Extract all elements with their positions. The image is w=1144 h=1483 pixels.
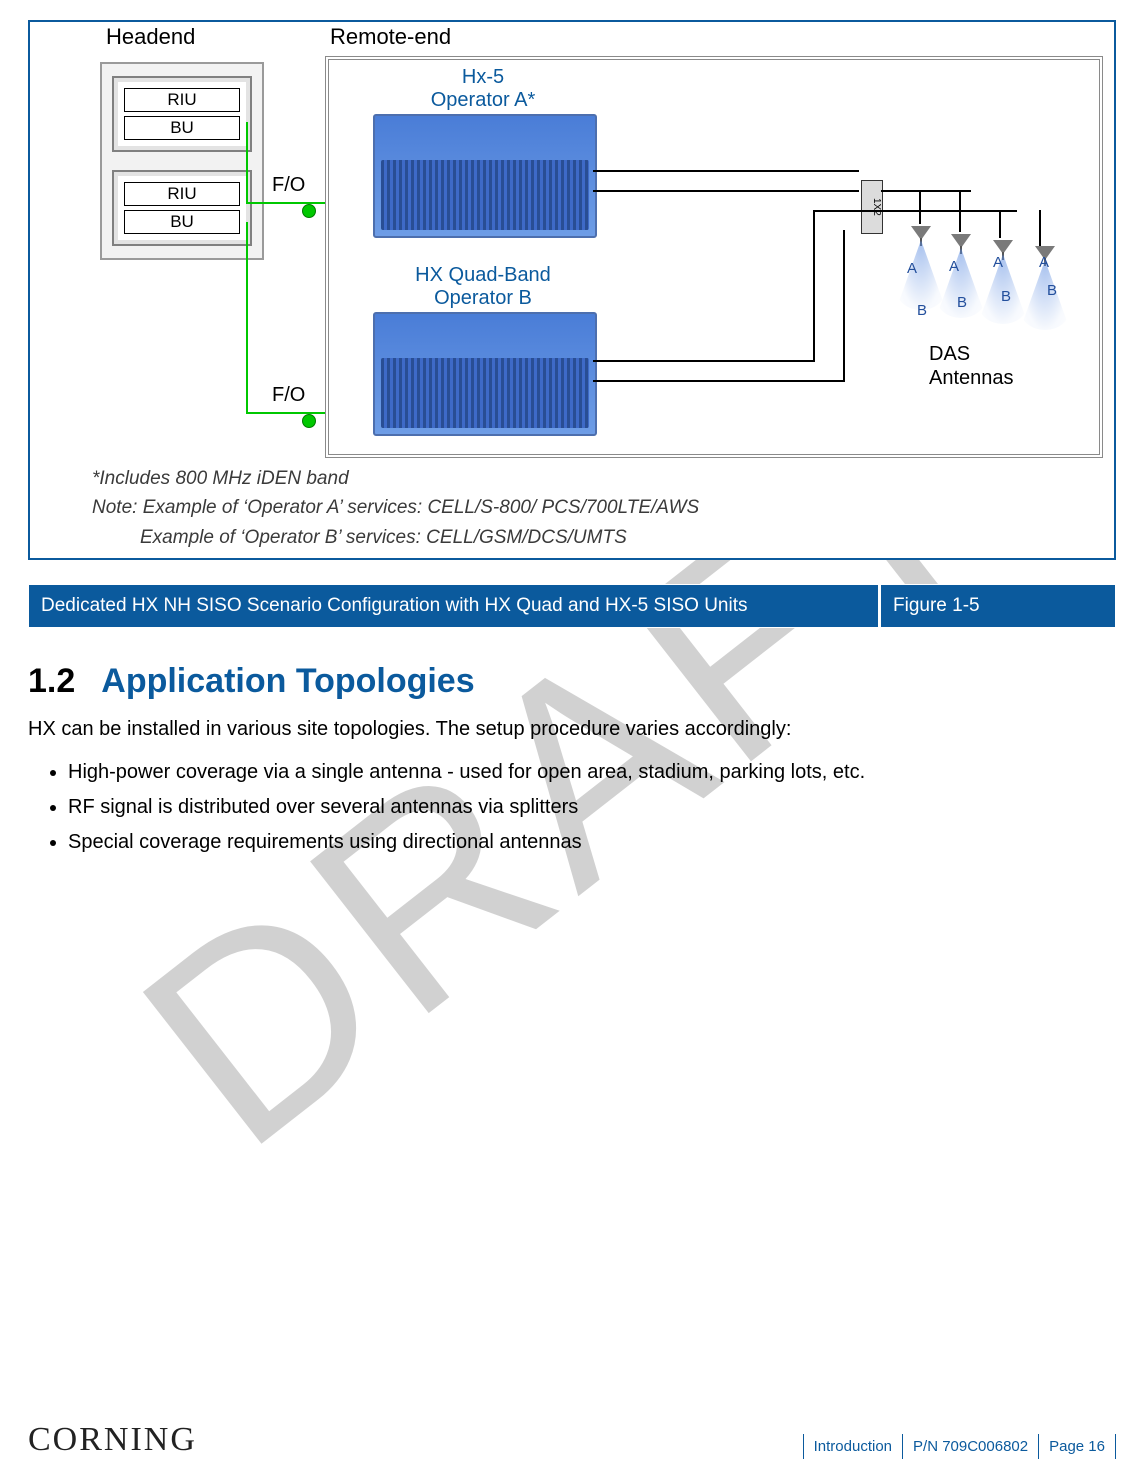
intro-paragraph: HX can be installed in various site topo… <box>28 716 1116 743</box>
corning-logo: CORNING <box>28 1421 197 1459</box>
riu-row: BU <box>124 116 240 140</box>
beam-label: B <box>957 294 967 311</box>
splitter-icon: 1X2 <box>861 180 883 234</box>
rf-wire <box>593 190 859 192</box>
page-footer: CORNING Introduction P/N 709C006802 Page… <box>28 1421 1116 1459</box>
riu-row: RIU <box>124 182 240 206</box>
beam-label: B <box>1001 288 1011 305</box>
section-title: Application Topologies <box>101 664 474 698</box>
unit-bottom-line2: Operator B <box>434 287 532 309</box>
beam-label: A <box>993 254 1003 271</box>
unit-top-label: Hx-5 Operator A* <box>373 66 593 112</box>
headend-label: Headend <box>106 24 195 50</box>
riu-row: BU <box>124 210 240 234</box>
footer-section: Introduction <box>803 1434 902 1459</box>
fo-line <box>246 222 248 414</box>
beam-label: A <box>907 260 917 277</box>
list-item: RF signal is distributed over several an… <box>68 790 1116 825</box>
das-line2: Antennas <box>929 367 1014 389</box>
figure-caption-text: Dedicated HX NH SISO Scenario Configurat… <box>28 584 879 628</box>
footnote-opB: Example of ‘Operator B’ services: CELL/G… <box>92 523 1114 552</box>
headend-stack: RIU BU RIU BU <box>100 62 264 260</box>
fo-indicator-icon <box>302 414 316 428</box>
fo-indicator-icon <box>302 204 316 218</box>
rf-wire <box>813 210 815 362</box>
beam-label: A <box>1039 254 1049 271</box>
figure-number: Figure 1-5 <box>879 584 1116 628</box>
beam-label: B <box>917 302 927 319</box>
unit-bottom-label: HX Quad-Band Operator B <box>373 264 593 310</box>
unit-bottom-line1: HX Quad-Band <box>415 264 551 286</box>
footer-right-block: Introduction P/N 709C006802 Page 16 <box>803 1434 1116 1459</box>
rf-wire <box>813 210 881 212</box>
footer-pn: P/N 709C006802 <box>902 1434 1038 1459</box>
fo-line <box>246 202 336 204</box>
rf-beam-icon <box>896 240 946 310</box>
hx5-unit-icon <box>373 114 597 238</box>
beam-label: A <box>949 258 959 275</box>
rf-wire <box>593 380 843 382</box>
riu-row: RIU <box>124 88 240 112</box>
unit-top-line2: Operator A* <box>431 89 536 111</box>
topology-list: High-power coverage via a single antenna… <box>28 755 1116 860</box>
fo-label: F/O <box>272 174 305 197</box>
remote-end-panel: Hx-5 Operator A* HX Quad-Band Operator B… <box>325 56 1103 458</box>
remote-end-label: Remote-end <box>330 24 451 50</box>
rf-wire <box>593 170 859 172</box>
rf-wire <box>593 360 813 362</box>
footnote-iden: *Includes 800 MHz iDEN band <box>92 464 1114 493</box>
footer-page: Page 16 <box>1038 1434 1116 1459</box>
riu-group: RIU BU <box>112 170 252 246</box>
fo-line <box>246 412 336 414</box>
footnote-opA: Note: Example of ‘Operator A’ services: … <box>92 493 1114 522</box>
list-item: High-power coverage via a single antenna… <box>68 755 1116 790</box>
das-antennas-label: DAS Antennas <box>929 342 1014 390</box>
rf-wire <box>881 190 971 192</box>
fo-line <box>246 122 248 204</box>
list-item: Special coverage requirements using dire… <box>68 825 1116 860</box>
figure-caption-bar: Dedicated HX NH SISO Scenario Configurat… <box>28 584 1116 628</box>
beam-label: B <box>1047 282 1057 299</box>
rf-wire <box>843 230 845 382</box>
fo-label: F/O <box>272 384 305 407</box>
riu-group: RIU BU <box>112 76 252 152</box>
figure-frame: Headend Remote-end RIU BU RIU BU F/O <box>28 20 1116 560</box>
section-number: 1.2 <box>28 664 75 698</box>
section-heading: 1.2 Application Topologies <box>28 664 1116 698</box>
hx-quad-unit-icon <box>373 312 597 436</box>
unit-top-line1: Hx-5 <box>462 66 504 88</box>
das-line1: DAS <box>929 343 970 365</box>
